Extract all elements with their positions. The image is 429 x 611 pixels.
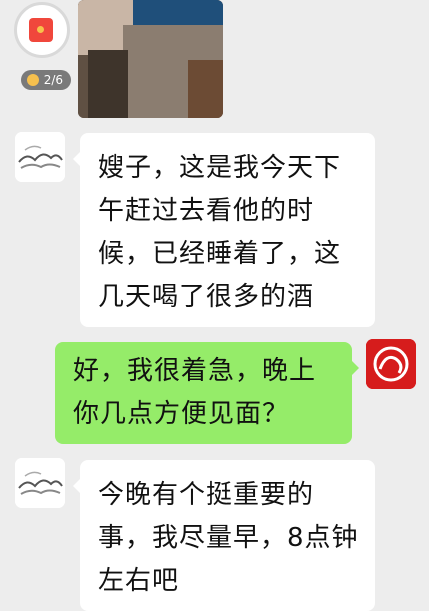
landscape-icon	[15, 132, 65, 182]
landscape-icon	[15, 458, 65, 508]
image-message[interactable]	[78, 0, 223, 118]
red-packet-icon	[29, 18, 53, 42]
contact-avatar[interactable]	[15, 458, 65, 508]
message-text: 好，我很着急，晚上你几点方便见面？	[73, 356, 317, 429]
my-avatar[interactable]	[366, 339, 416, 389]
dragon-icon	[366, 339, 416, 389]
coin-icon	[27, 74, 39, 86]
message-bubble-outgoing[interactable]: 好，我很着急，晚上你几点方便见面？	[55, 342, 359, 444]
red-packet-button[interactable]	[14, 2, 70, 58]
message-text: 今晚有个挺重要的事，我尽量早，8点钟左右吧	[98, 480, 359, 596]
message-bubble-incoming[interactable]: 今晚有个挺重要的事，我尽量早，8点钟左右吧	[73, 460, 375, 611]
message-text: 嫂子，这是我今天下午赶过去看他的时候，已经睡着了，这几天喝了很多的酒	[98, 153, 342, 312]
bubble-tail	[65, 151, 81, 167]
red-packet-progress: 2/6	[43, 73, 63, 87]
bubble-tail	[65, 478, 81, 494]
contact-avatar[interactable]	[15, 132, 65, 182]
bubble-tail	[351, 360, 367, 376]
photo-thumbnail	[78, 0, 223, 118]
message-bubble-incoming[interactable]: 嫂子，这是我今天下午赶过去看他的时候，已经睡着了，这几天喝了很多的酒	[73, 133, 375, 327]
red-packet-progress-badge: 2/6	[21, 70, 71, 90]
